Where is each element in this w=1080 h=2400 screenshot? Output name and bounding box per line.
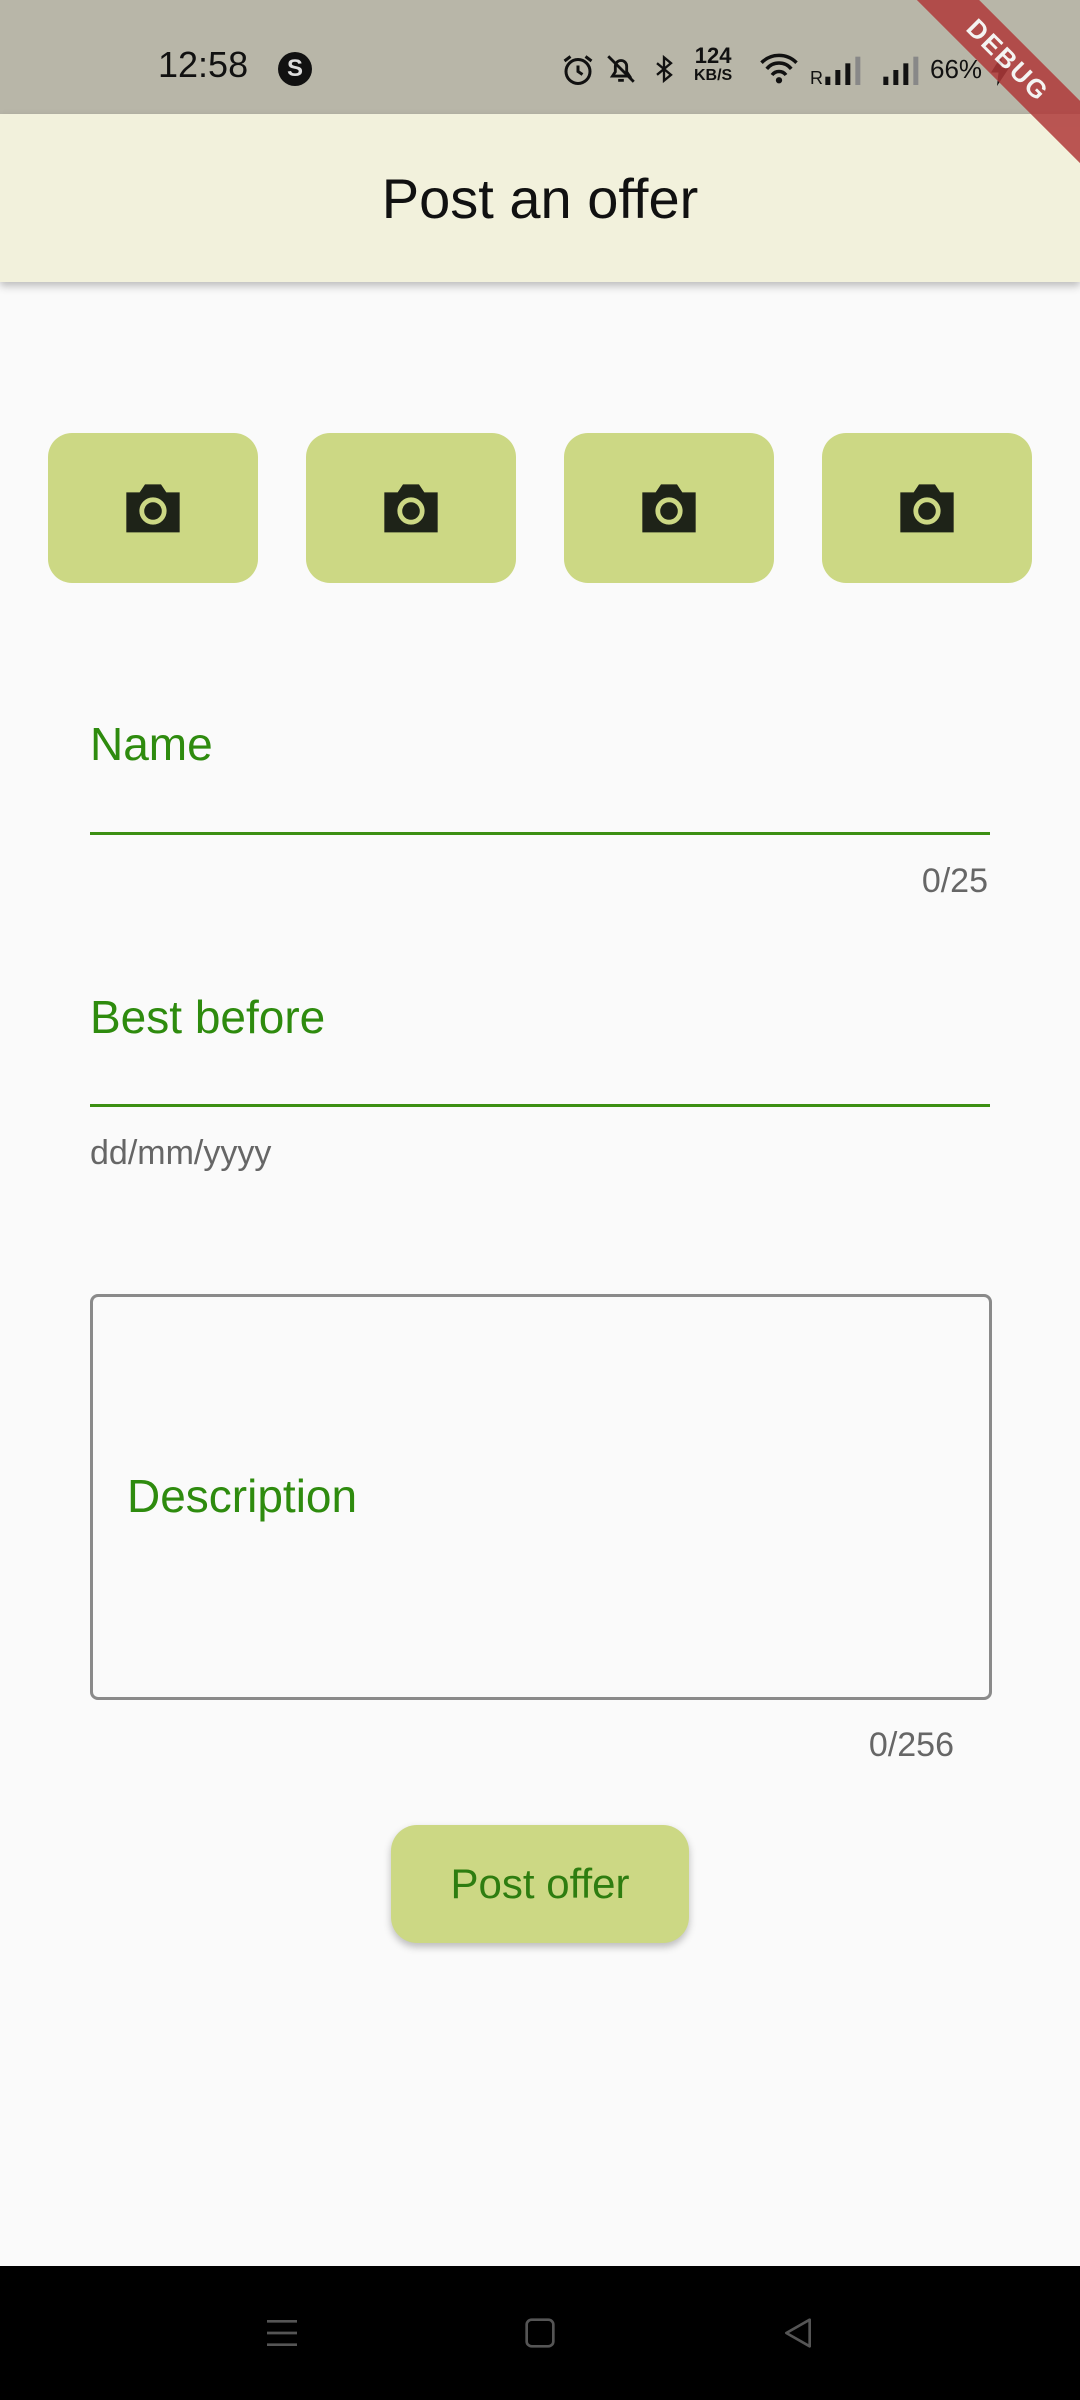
description-field[interactable]: Description: [90, 1294, 992, 1700]
net-speed-value: 124: [694, 43, 732, 68]
best-before-helper-text: dd/mm/yyyy: [90, 1134, 272, 1172]
status-bar: 12:58 S 124 KB/S R 66%: [0, 0, 1080, 114]
best-before-field-underline: [90, 1104, 990, 1107]
photo-slot-2[interactable]: [306, 433, 516, 583]
description-char-counter: 0/256: [868, 1726, 954, 1764]
back-icon[interactable]: [778, 2313, 818, 2353]
app-notification-icon: S: [278, 52, 312, 86]
alarm-icon: [563, 55, 593, 85]
camera-icon: [642, 484, 696, 533]
menu-icon[interactable]: [262, 2313, 302, 2353]
photo-slot-1[interactable]: [48, 433, 258, 583]
name-field-underline: [90, 832, 990, 835]
signal-icon: [883, 56, 919, 85]
camera-icon: [900, 484, 954, 533]
camera-icon: [384, 484, 438, 533]
system-nav-bar: [0, 2266, 1080, 2400]
name-field-label: Name: [90, 718, 213, 770]
photo-slot-4[interactable]: [822, 433, 1032, 583]
best-before-field-label: Best before: [90, 991, 326, 1043]
wifi-icon: [760, 53, 798, 84]
app-bar: Post an offer: [0, 114, 1080, 282]
post-offer-button[interactable]: Post offer: [391, 1825, 689, 1943]
description-field-label: Description: [127, 1470, 358, 1522]
signal-icon: [825, 56, 861, 85]
photo-slot-3[interactable]: [564, 433, 774, 583]
battery-level: 66%: [930, 54, 983, 84]
net-speed-indicator: 124 KB/S: [694, 43, 733, 86]
bell-off-icon: [607, 55, 635, 83]
home-icon[interactable]: [520, 2313, 560, 2353]
name-char-counter: 0/25: [921, 862, 988, 900]
bluetooth-icon: [656, 54, 673, 84]
net-speed-unit: KB/S: [694, 67, 733, 84]
camera-icon: [126, 484, 180, 533]
name-field[interactable]: [90, 700, 990, 840]
status-time: 12:58: [158, 44, 249, 85]
page-title: Post an offer: [381, 167, 699, 230]
